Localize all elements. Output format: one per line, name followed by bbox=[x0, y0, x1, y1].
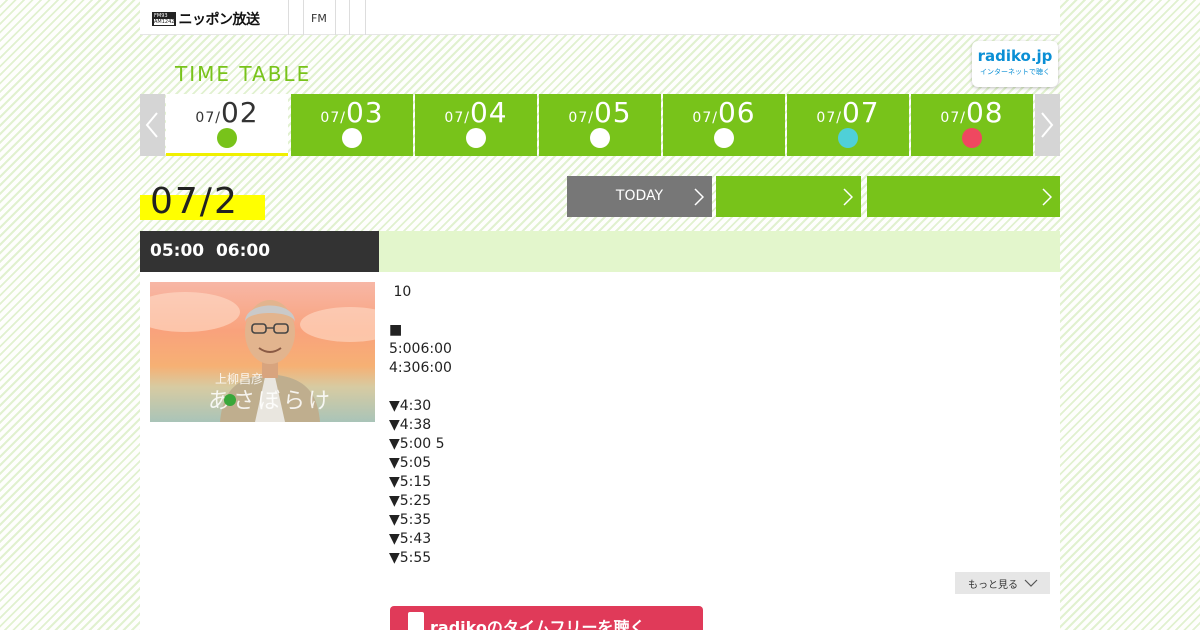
day-tab-04[interactable]: 07/04 bbox=[415, 94, 537, 156]
radiko-icon bbox=[408, 612, 424, 630]
desc-line: 5:006:00 bbox=[389, 341, 452, 357]
desc-line: 10 bbox=[389, 284, 412, 300]
program-description: 10 ■ 5:006:00 4:306:00 ▼4:30 ▼4:38 ▼5:00… bbox=[389, 283, 452, 568]
day-tab-07[interactable]: 07/07 bbox=[787, 94, 909, 156]
day-tab-month: 07/ bbox=[692, 110, 718, 126]
day-tab-day: 03 bbox=[345, 96, 384, 129]
day-status-dot bbox=[838, 128, 858, 148]
day-status-dot bbox=[962, 128, 982, 148]
desc-line: ▼5:43 bbox=[389, 531, 432, 547]
desc-line bbox=[389, 378, 452, 397]
timetable-title: TIME TABLE bbox=[175, 62, 312, 86]
day-tab-08[interactable]: 07/08 bbox=[911, 94, 1033, 156]
next-week-button[interactable] bbox=[1035, 94, 1060, 156]
program-time-bar: 05:00 06:00 bbox=[140, 231, 1060, 272]
header-divider bbox=[335, 0, 336, 35]
station-logo[interactable]: FM93 AM1242 ニッポン放送 bbox=[152, 11, 260, 28]
nav-link-fm[interactable]: FM bbox=[311, 12, 327, 25]
desc-line bbox=[389, 302, 452, 321]
day-tab-month: 07/ bbox=[444, 110, 470, 126]
show-more-button[interactable]: もっと見る bbox=[955, 572, 1050, 594]
next-day-button[interactable] bbox=[867, 176, 1060, 217]
day-tab-day: 05 bbox=[593, 96, 632, 129]
chevron-right-icon bbox=[1041, 112, 1054, 138]
day-status-dot bbox=[342, 128, 362, 148]
day-status-dot bbox=[590, 128, 610, 148]
site-header: FM93 AM1242 ニッポン放送 FM bbox=[140, 0, 1060, 35]
day-tab-day: 08 bbox=[965, 96, 1004, 129]
header-divider bbox=[288, 0, 289, 35]
selected-date-text: 07/2 bbox=[150, 181, 239, 222]
day-tab-month: 07/ bbox=[320, 110, 346, 126]
day-status-dot bbox=[217, 128, 237, 148]
day-tab-day: 06 bbox=[717, 96, 756, 129]
show-more-label: もっと見る bbox=[968, 580, 1018, 591]
desc-line: ▼5:55 bbox=[389, 550, 432, 566]
desc-line: ▼5:35 bbox=[389, 512, 432, 528]
chevron-left-icon bbox=[145, 112, 158, 138]
desc-line: ▼5:05 bbox=[389, 455, 432, 471]
desc-line: 4:306:00 bbox=[389, 360, 452, 376]
program-detail: 上柳昌彦 あさぼらけ 10 ■ 5:006:00 4:306:00 ▼4:30 … bbox=[140, 272, 1060, 630]
desc-line: ▼4:38 bbox=[389, 417, 432, 433]
prev-day-button[interactable] bbox=[716, 176, 861, 217]
program-thumbnail[interactable]: 上柳昌彦 あさぼらけ bbox=[150, 282, 375, 422]
desc-line: ▼5:00 5 bbox=[389, 436, 445, 452]
day-tab-day: 04 bbox=[469, 96, 508, 129]
program-time-range: 05:00 06:00 bbox=[140, 231, 379, 272]
day-tab-month: 07/ bbox=[816, 110, 842, 126]
radiko-tagline: インターネットで聴く bbox=[980, 68, 1050, 76]
day-tab-month: 07/ bbox=[940, 110, 966, 126]
logo-text: ニッポン放送 bbox=[178, 12, 260, 28]
day-tab-month: 07/ bbox=[568, 110, 594, 126]
desc-line: ▼5:15 bbox=[389, 474, 432, 490]
header-divider bbox=[365, 0, 366, 35]
thumb-green-dot bbox=[224, 394, 236, 406]
day-tab-day: 07 bbox=[841, 96, 880, 129]
chevron-down-icon bbox=[1024, 579, 1038, 587]
desc-line: ■ bbox=[389, 322, 403, 338]
desc-line: ▼4:30 bbox=[389, 398, 432, 414]
day-tab-02[interactable]: 07/02 bbox=[166, 94, 288, 156]
chevron-right-icon bbox=[843, 188, 853, 206]
logo-frequency-badge: FM93 AM1242 bbox=[152, 12, 177, 26]
today-button-label: TODAY bbox=[615, 188, 664, 204]
day-tab-06[interactable]: 07/06 bbox=[663, 94, 785, 156]
day-status-dot bbox=[466, 128, 486, 148]
radiko-timefree-button[interactable]: radikoのタイムフリーを聴く bbox=[390, 606, 703, 630]
radiko-link-badge[interactable]: radiko.jp インターネットで聴く bbox=[972, 41, 1058, 87]
prev-week-button[interactable] bbox=[140, 94, 165, 156]
chevron-right-icon bbox=[694, 188, 704, 206]
radiko-name: radiko.jp bbox=[977, 47, 1053, 65]
header-divider bbox=[303, 0, 304, 35]
day-tab-05[interactable]: 07/05 bbox=[539, 94, 661, 156]
day-tab-03[interactable]: 07/03 bbox=[291, 94, 413, 156]
day-status-dot bbox=[714, 128, 734, 148]
day-tab-day: 02 bbox=[220, 96, 259, 129]
selected-date-heading: 07/2 bbox=[140, 181, 265, 222]
chevron-right-icon bbox=[1042, 188, 1052, 206]
radiko-button-label: radikoのタイムフリーを聴く bbox=[430, 618, 646, 630]
logo-badge-am: AM1242 bbox=[154, 19, 175, 25]
today-button[interactable]: TODAY bbox=[567, 176, 712, 217]
day-tab-month: 07/ bbox=[195, 110, 221, 126]
desc-line: ▼5:25 bbox=[389, 493, 432, 509]
header-divider bbox=[349, 0, 350, 35]
